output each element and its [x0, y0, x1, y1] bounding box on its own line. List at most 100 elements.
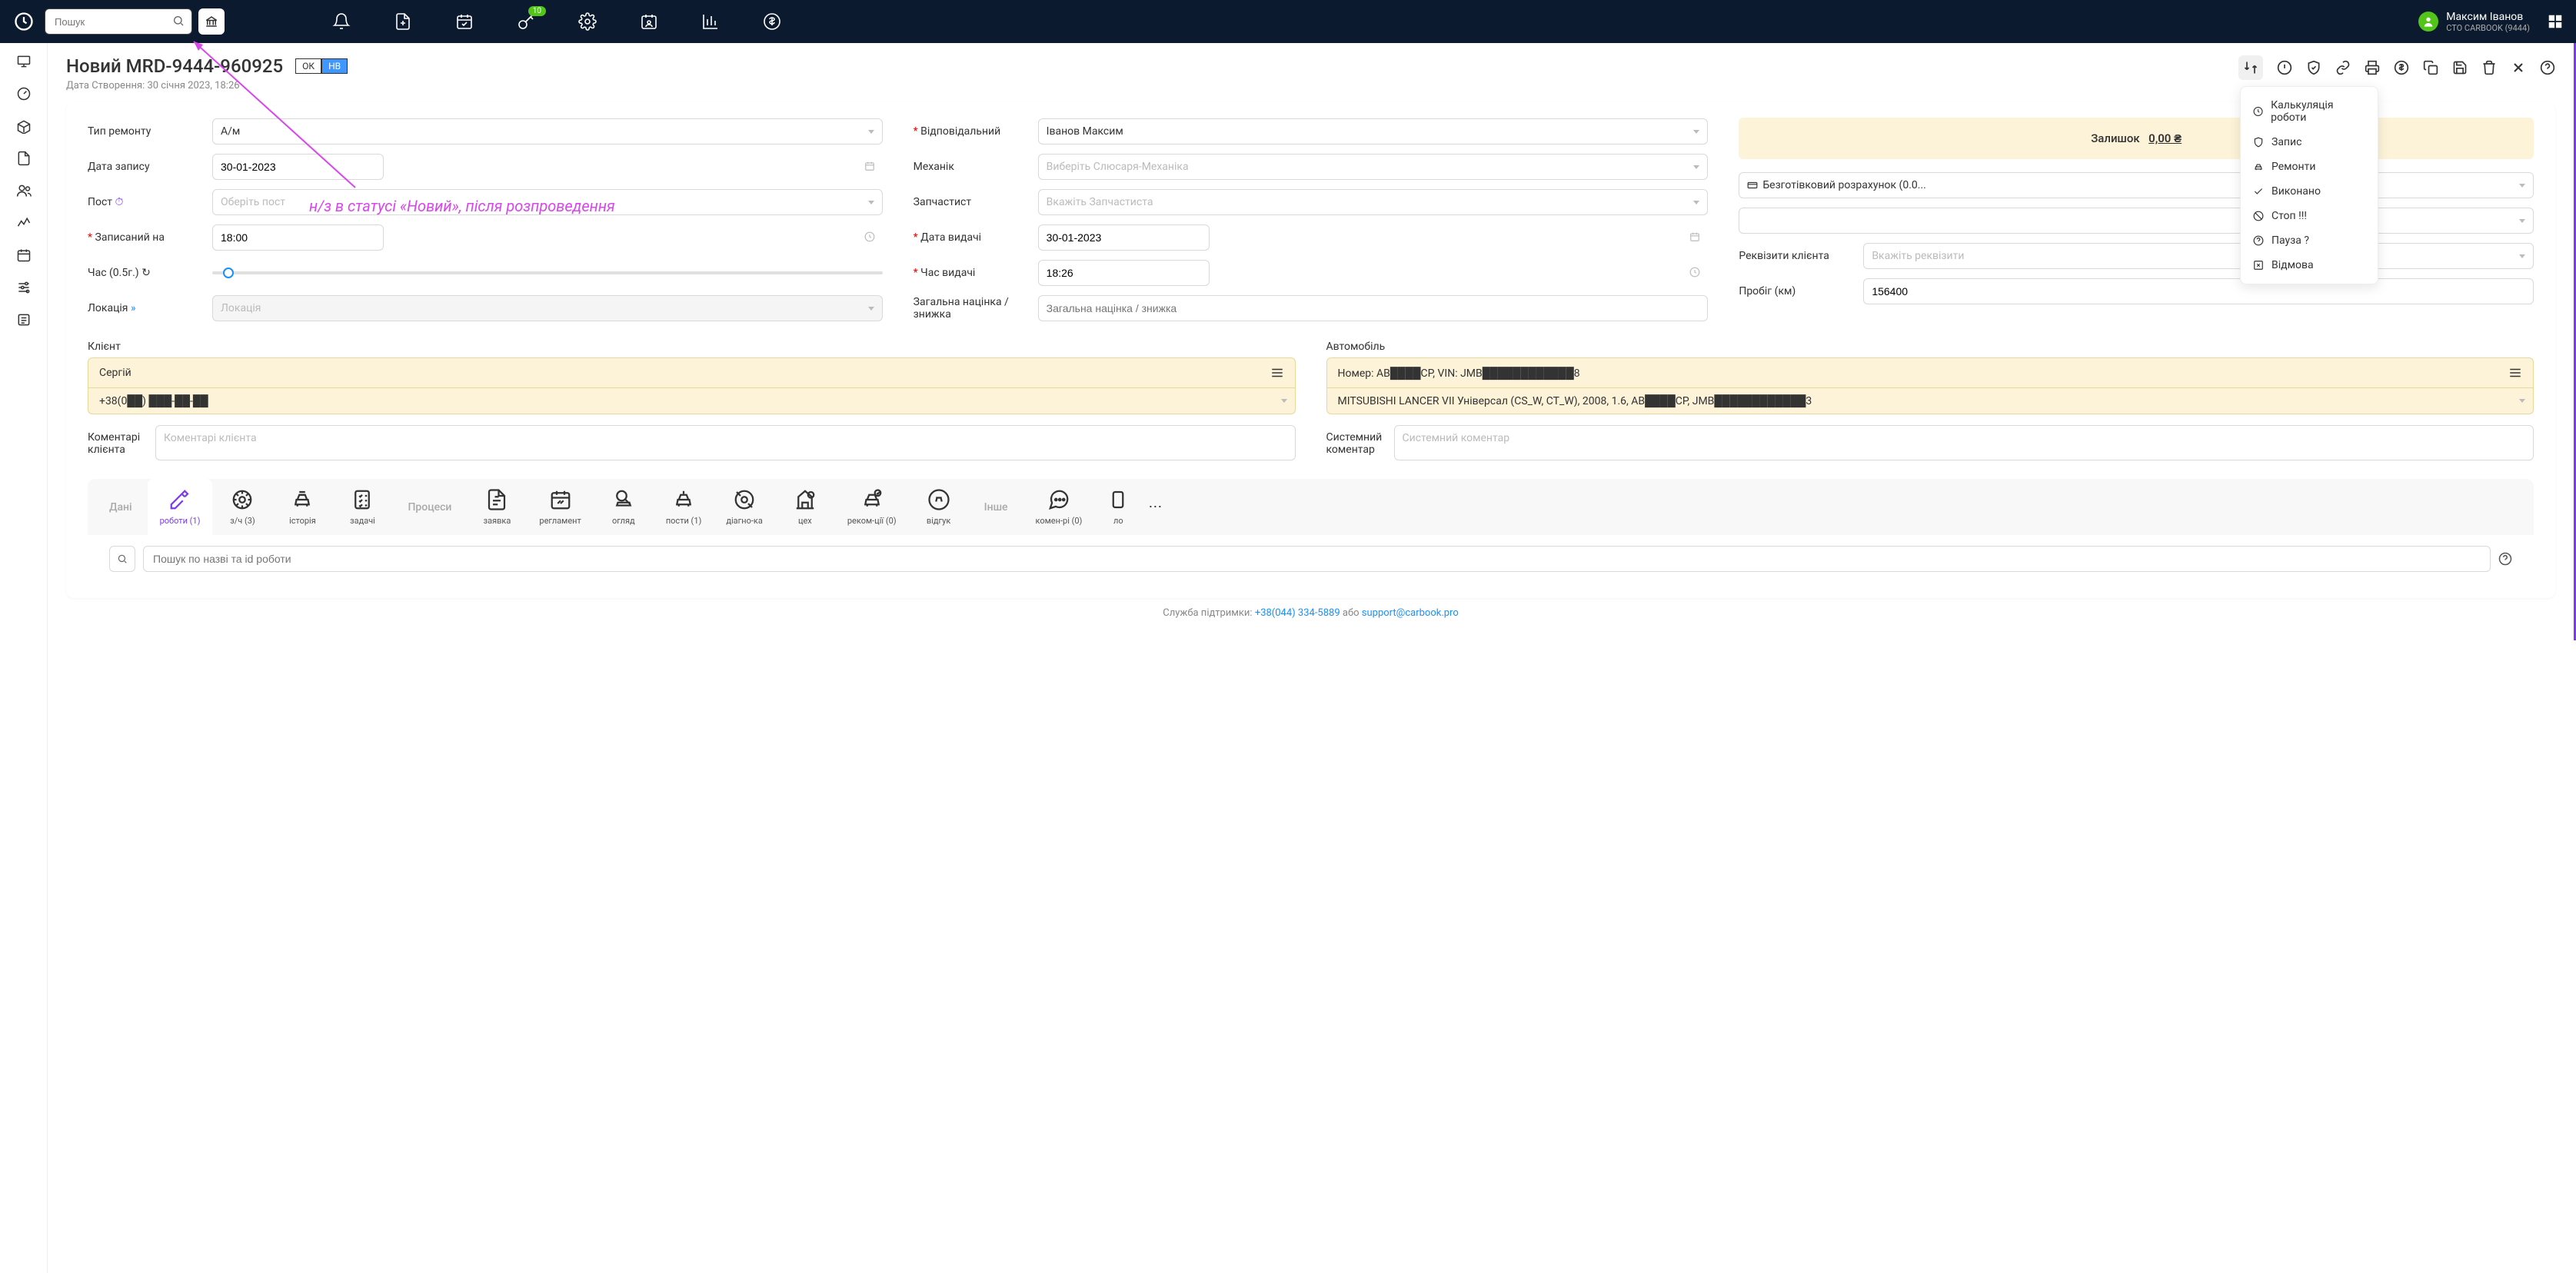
calendar-check-icon[interactable]	[455, 12, 474, 31]
dropdown-item-calc[interactable]: Калькуляція роботи	[2241, 93, 2378, 130]
record-date-label: Дата запису	[88, 161, 203, 173]
post-label: Пост ⏱	[88, 196, 203, 208]
client-name-row[interactable]: Сергій	[88, 357, 1296, 388]
chart-icon[interactable]	[701, 12, 720, 31]
sidebar-analytics-icon[interactable]	[16, 215, 32, 231]
tab-workshop[interactable]: цех	[775, 479, 835, 535]
tab-group-processes: Процеси	[392, 501, 467, 514]
calendar-icon	[1689, 231, 1700, 242]
dropdown-item-record[interactable]: Запис	[2241, 130, 2378, 155]
post-select[interactable]: Оберіть пост	[212, 189, 883, 215]
tab-search-icon[interactable]	[109, 546, 135, 572]
mileage-input[interactable]	[1863, 278, 2534, 304]
system-comment-input[interactable]: Системний коментар	[1394, 425, 2534, 460]
sidebar-users-icon[interactable]	[16, 183, 32, 198]
client-comment-input[interactable]: Коментарі клієнта	[155, 425, 1296, 460]
dropdown-item-stop[interactable]: Стоп !!!	[2241, 204, 2378, 228]
close-icon[interactable]	[2511, 60, 2526, 75]
client-section-label: Клієнт	[88, 341, 1296, 353]
tab-history[interactable]: історія	[272, 479, 332, 535]
tab-inspection[interactable]: огляд	[594, 479, 654, 535]
client-menu-icon[interactable]	[1270, 366, 1284, 380]
responsible-select[interactable]: Іванов Максим	[1038, 118, 1709, 145]
settings-icon[interactable]	[578, 12, 597, 31]
dropdown-item-done[interactable]: Виконано	[2241, 179, 2378, 204]
payment-method-select[interactable]: Безготівковий розрахунок (0.0...	[1739, 172, 2534, 198]
tab-feedback[interactable]: відгук	[909, 479, 969, 535]
help-icon[interactable]	[2540, 60, 2555, 75]
sidebar-sliders-icon[interactable]	[16, 280, 32, 295]
record-date-input[interactable]	[212, 154, 384, 180]
status-switch-icon[interactable]	[2238, 55, 2263, 80]
alert-icon[interactable]	[2277, 60, 2292, 75]
sidebar-calendar-icon[interactable]	[16, 248, 32, 263]
copy-icon[interactable]	[2423, 60, 2438, 75]
bank-button[interactable]	[198, 8, 225, 35]
client-phone-select[interactable]: +38(0██) ███-██-██	[88, 388, 1296, 414]
link-icon[interactable]	[2335, 60, 2351, 75]
sidebar-list-icon[interactable]	[16, 312, 32, 327]
tab-tasks[interactable]: задачі	[332, 479, 392, 535]
booked-input[interactable]	[212, 224, 384, 251]
time-slider[interactable]	[212, 271, 883, 274]
car-number-row[interactable]: Номер: AB████CP, VIN: JMB████████████8	[1326, 357, 2534, 388]
tab-works[interactable]: роботи (1)	[148, 479, 213, 535]
print-icon[interactable]	[2365, 60, 2380, 75]
tab-help-icon[interactable]	[2498, 552, 2512, 566]
footer-email-link[interactable]: support@carbook.pro	[1362, 607, 1459, 619]
dropdown-item-repairs[interactable]: Ремонти	[2241, 155, 2378, 179]
app-logo[interactable]	[12, 10, 35, 33]
dropdown-item-reject[interactable]: Відмова	[2241, 253, 2378, 278]
save-icon[interactable]	[2452, 60, 2468, 75]
delete-icon[interactable]	[2481, 60, 2497, 75]
issue-date-label: Дата видачі	[914, 231, 1029, 244]
parts-select[interactable]: Вкажіть Запчастиста	[1038, 189, 1709, 215]
margin-input[interactable]	[1038, 295, 1709, 321]
apps-grid-icon[interactable]	[2547, 13, 2564, 30]
chevron-right-icon[interactable]: »	[131, 302, 136, 314]
status-dropdown-menu: Калькуляція роботи Запис Ремонти Виконан…	[2240, 86, 2378, 284]
tab-schedule[interactable]: регламент	[527, 479, 593, 535]
tab-posts[interactable]: пости (1)	[654, 479, 714, 535]
mechanic-select[interactable]: Виберіть Слюсаря-Механіка	[1038, 154, 1709, 180]
tabs-more-icon[interactable]: ⋯	[1142, 490, 1168, 524]
calendar-user-icon[interactable]	[640, 12, 658, 31]
money-icon[interactable]	[763, 12, 781, 31]
shield-icon[interactable]	[2306, 60, 2321, 75]
req-label: Реквізити клієнта	[1739, 250, 1854, 262]
tab-request[interactable]: заявка	[467, 479, 527, 535]
issue-time-input[interactable]	[1038, 260, 1210, 286]
user-avatar[interactable]	[2418, 12, 2438, 32]
tab-parts[interactable]: з/ч (3)	[212, 479, 272, 535]
status-badge-ok[interactable]: ОК	[295, 58, 321, 74]
notifications-icon[interactable]	[332, 12, 351, 31]
repair-type-label: Тип ремонту	[88, 125, 203, 138]
tab-recommendations[interactable]: реком-ції (0)	[835, 479, 909, 535]
global-search[interactable]	[45, 8, 192, 35]
tab-comments[interactable]: комен-рі (0)	[1023, 479, 1095, 535]
sidebar-monitor-icon[interactable]	[16, 54, 32, 69]
new-document-icon[interactable]	[394, 12, 412, 31]
key-icon[interactable]: 10	[517, 12, 535, 31]
footer-phone-link[interactable]: +38(044) 334-5889	[1255, 607, 1340, 619]
tab-log[interactable]: ло	[1094, 479, 1142, 535]
sidebar-gauge-icon[interactable]	[16, 86, 32, 101]
repair-type-select[interactable]: А/м	[212, 118, 883, 145]
issue-date-input[interactable]	[1038, 224, 1210, 251]
empty-select-1[interactable]	[1739, 208, 2534, 234]
balance-value[interactable]: 0,00 ₴	[2148, 131, 2182, 145]
tab-search-input[interactable]	[143, 546, 2491, 572]
system-comment-label: Системний коментар	[1326, 425, 1385, 460]
car-model-select[interactable]: MITSUBISHI LANCER VII Універсал (CS_W, C…	[1326, 388, 2534, 414]
search-input[interactable]	[45, 8, 192, 35]
car-menu-icon[interactable]	[2508, 366, 2522, 380]
tab-diagnostics[interactable]: діагно-ка	[714, 479, 775, 535]
refresh-icon[interactable]: ↻	[141, 267, 151, 279]
payment-icon[interactable]	[2394, 60, 2409, 75]
status-badge-nv[interactable]: НВ	[321, 58, 348, 74]
req-select[interactable]: Вкажіть реквізити	[1863, 243, 2534, 269]
sidebar-document-icon[interactable]	[16, 151, 32, 166]
location-label: Локація »	[88, 302, 203, 314]
sidebar-box-icon[interactable]	[16, 118, 32, 134]
dropdown-item-pause[interactable]: Пауза ?	[2241, 228, 2378, 253]
